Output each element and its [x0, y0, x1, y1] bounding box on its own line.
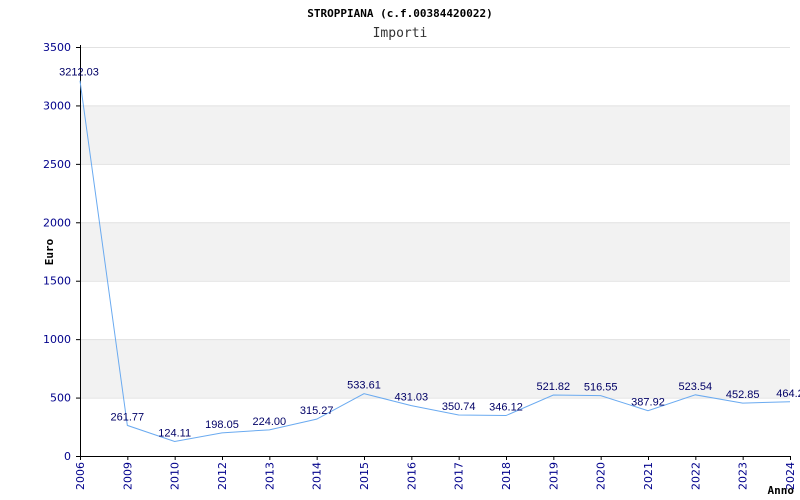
chart-subtitle: Importi — [373, 26, 428, 41]
x-tick-label: 2012 — [216, 462, 229, 490]
line-chart: 0 500 1000 1500 2000 2500 3000 3500 2006 2009 201… — [43, 7, 800, 497]
x-tick-label: 2014 — [311, 462, 324, 490]
x-tick-label: 2020 — [595, 462, 608, 490]
x-tick-label: 2016 — [405, 462, 418, 490]
data-label: 464.2 — [776, 388, 800, 400]
data-label: 224.00 — [253, 416, 287, 428]
y-tick-label: 2500 — [43, 158, 71, 171]
x-tick-label: 2021 — [642, 462, 655, 490]
y-tick-label: 3500 — [43, 41, 71, 54]
x-axis-ticks: 2006 2009 2010 2012 2013 2014 2015 2016 2017 2018… — [74, 456, 797, 490]
data-label: 261.77 — [111, 411, 145, 423]
data-label: 198.05 — [205, 419, 239, 431]
grid-band — [80, 222, 790, 281]
y-tick-label: 2000 — [43, 216, 71, 229]
grid-bands — [80, 105, 790, 398]
chart-title: STROPPIANA (c.f.00384420022) — [307, 7, 492, 20]
data-label: 3212.03 — [59, 67, 99, 79]
grid-band — [80, 105, 790, 164]
y-tick-label: 1500 — [43, 275, 71, 288]
y-tick-label: 500 — [50, 392, 71, 405]
data-label: 315.27 — [300, 405, 334, 417]
x-tick-label: 2006 — [74, 462, 87, 490]
x-tick-label: 2017 — [453, 462, 466, 490]
data-label: 350.74 — [442, 401, 476, 413]
x-tick-label: 2023 — [737, 462, 750, 490]
x-tick-label: 2009 — [121, 462, 134, 490]
x-tick-label: 2015 — [358, 462, 371, 490]
x-tick-label: 2010 — [169, 462, 182, 490]
x-tick-label: 2019 — [547, 462, 560, 490]
y-axis-label: Euro — [43, 238, 56, 265]
x-axis-label: Anno — [768, 484, 795, 497]
data-label: 431.03 — [395, 392, 429, 404]
data-label: 516.55 — [584, 382, 618, 394]
y-tick-label: 0 — [64, 450, 71, 463]
x-tick-label: 2013 — [263, 462, 276, 490]
data-label: 521.82 — [537, 381, 571, 393]
y-tick-label: 3000 — [43, 99, 71, 112]
data-label: 124.11 — [158, 427, 191, 439]
data-label: 387.92 — [631, 397, 665, 409]
y-tick-label: 1000 — [43, 333, 71, 346]
data-label: 523.54 — [679, 381, 713, 393]
x-tick-label: 2022 — [689, 462, 702, 490]
data-label: 533.61 — [347, 380, 381, 392]
data-label: 452.85 — [726, 389, 760, 401]
x-tick-label: 2018 — [500, 462, 513, 490]
data-label: 346.12 — [489, 402, 523, 414]
